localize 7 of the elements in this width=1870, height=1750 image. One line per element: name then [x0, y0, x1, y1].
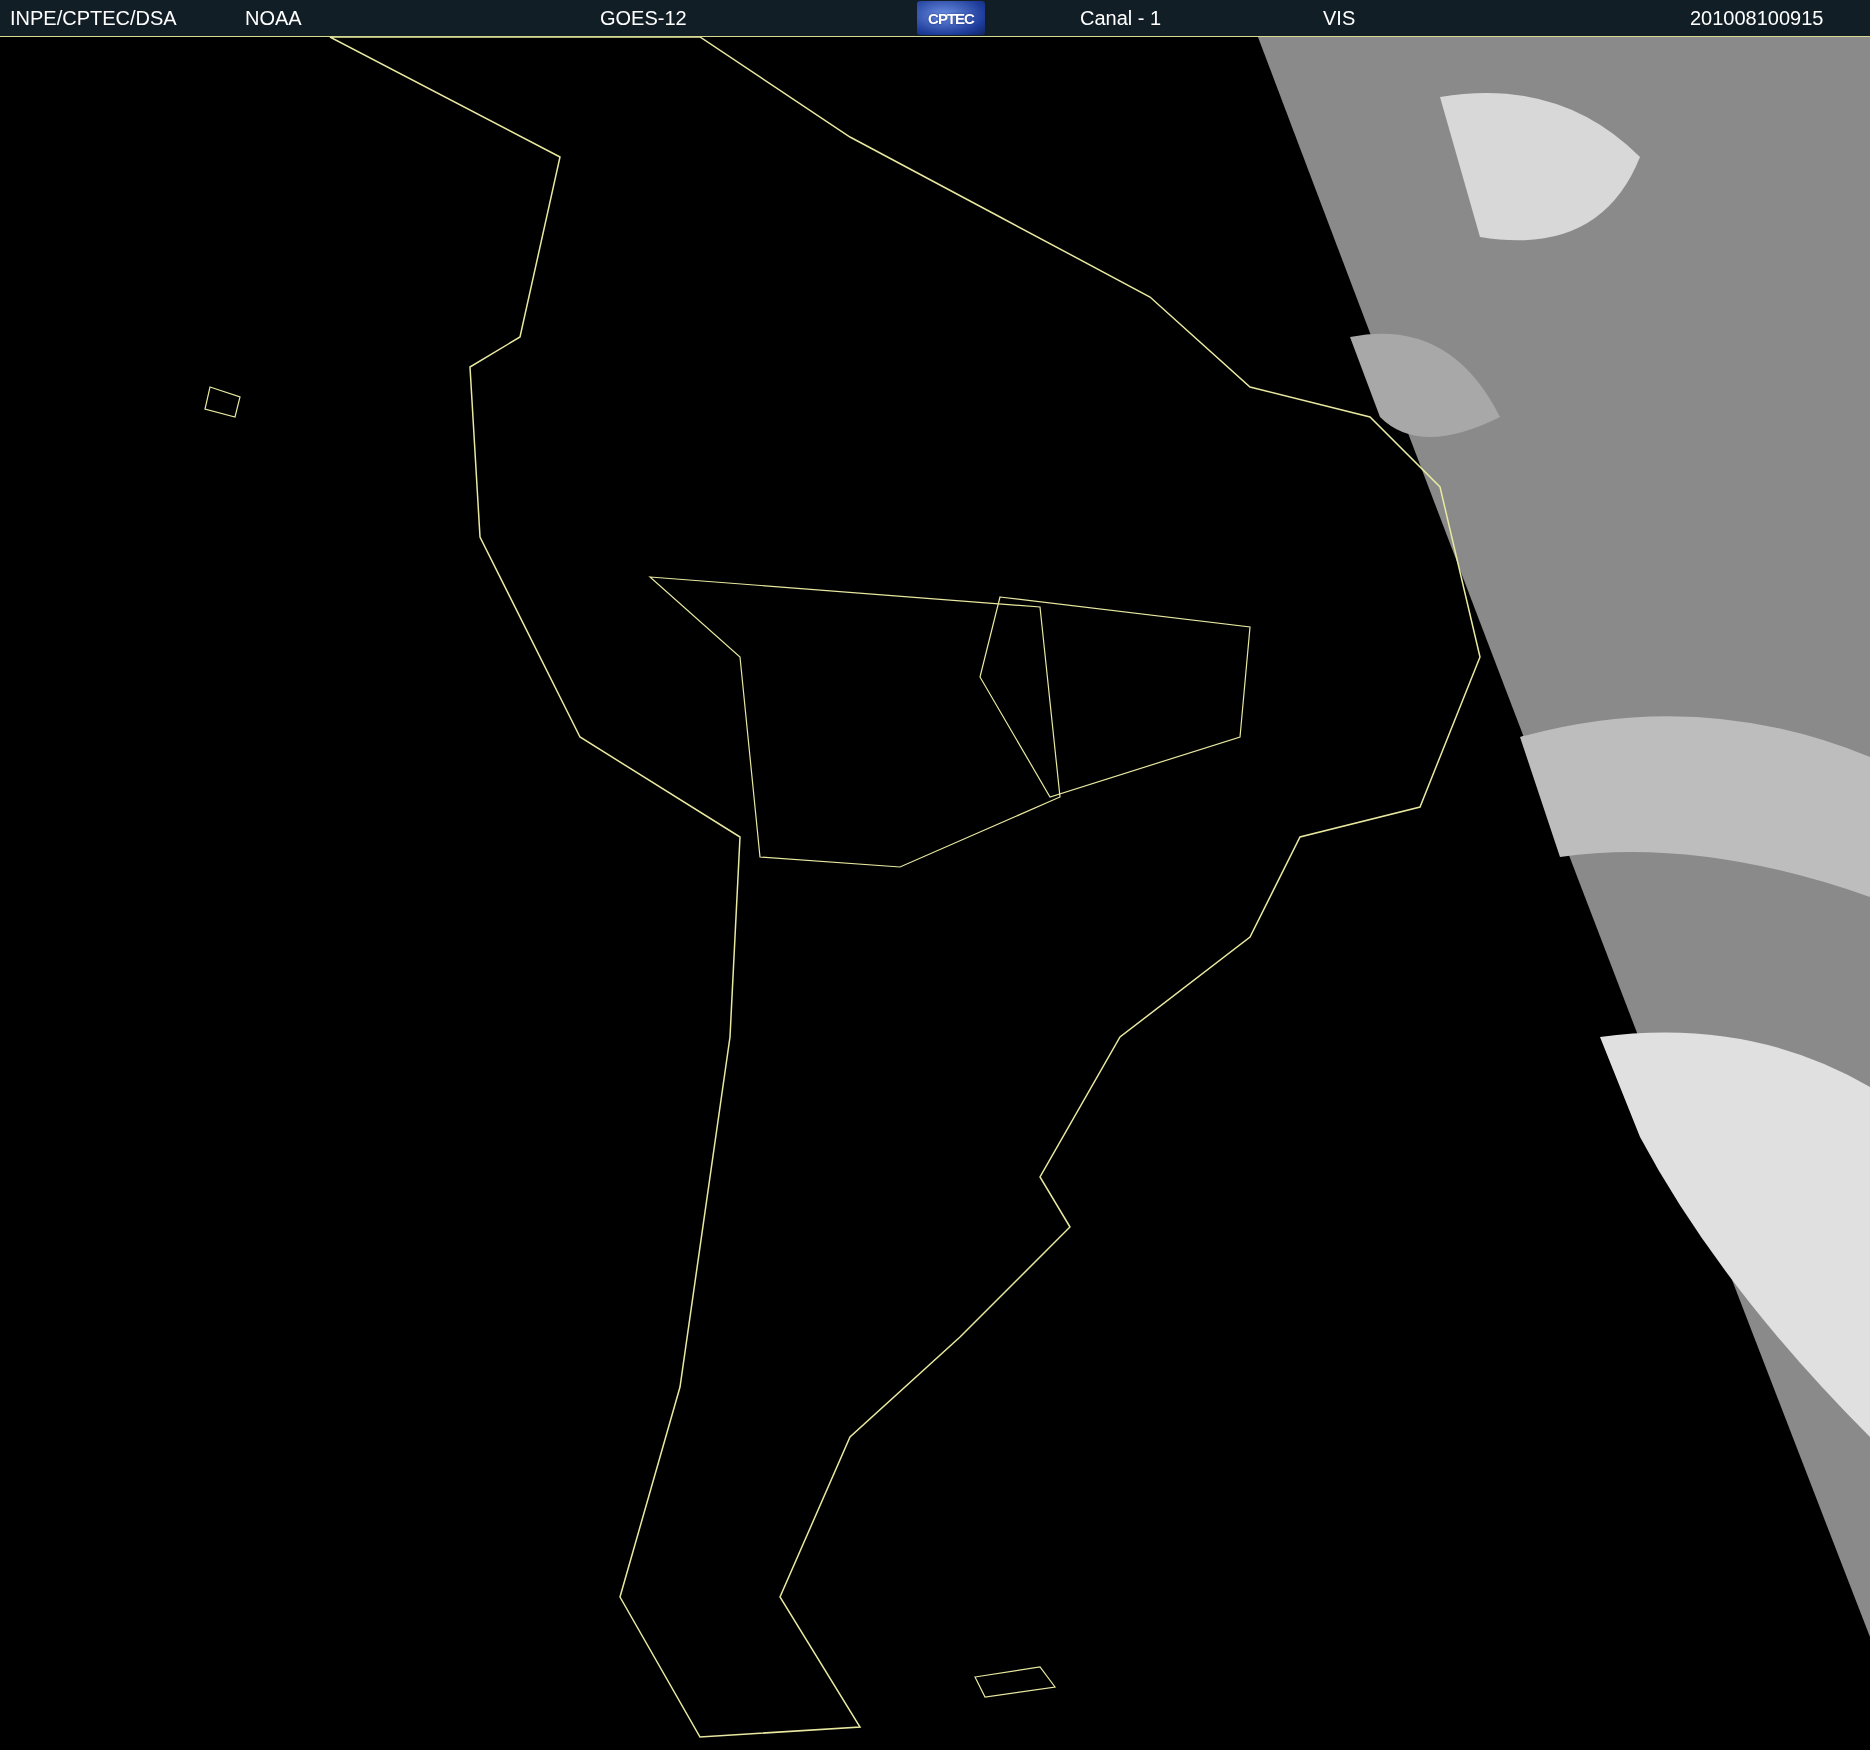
logo: CPTEC: [917, 1, 985, 35]
header-label: 201008100915: [1690, 6, 1824, 30]
header-label: NOAA: [245, 6, 302, 30]
header-label: VIS: [1323, 6, 1356, 30]
header-label: INPE/CPTEC/DSA: [10, 6, 177, 30]
header-label: Canal - 1: [1080, 6, 1162, 30]
header-label: GOES-12: [600, 6, 687, 30]
